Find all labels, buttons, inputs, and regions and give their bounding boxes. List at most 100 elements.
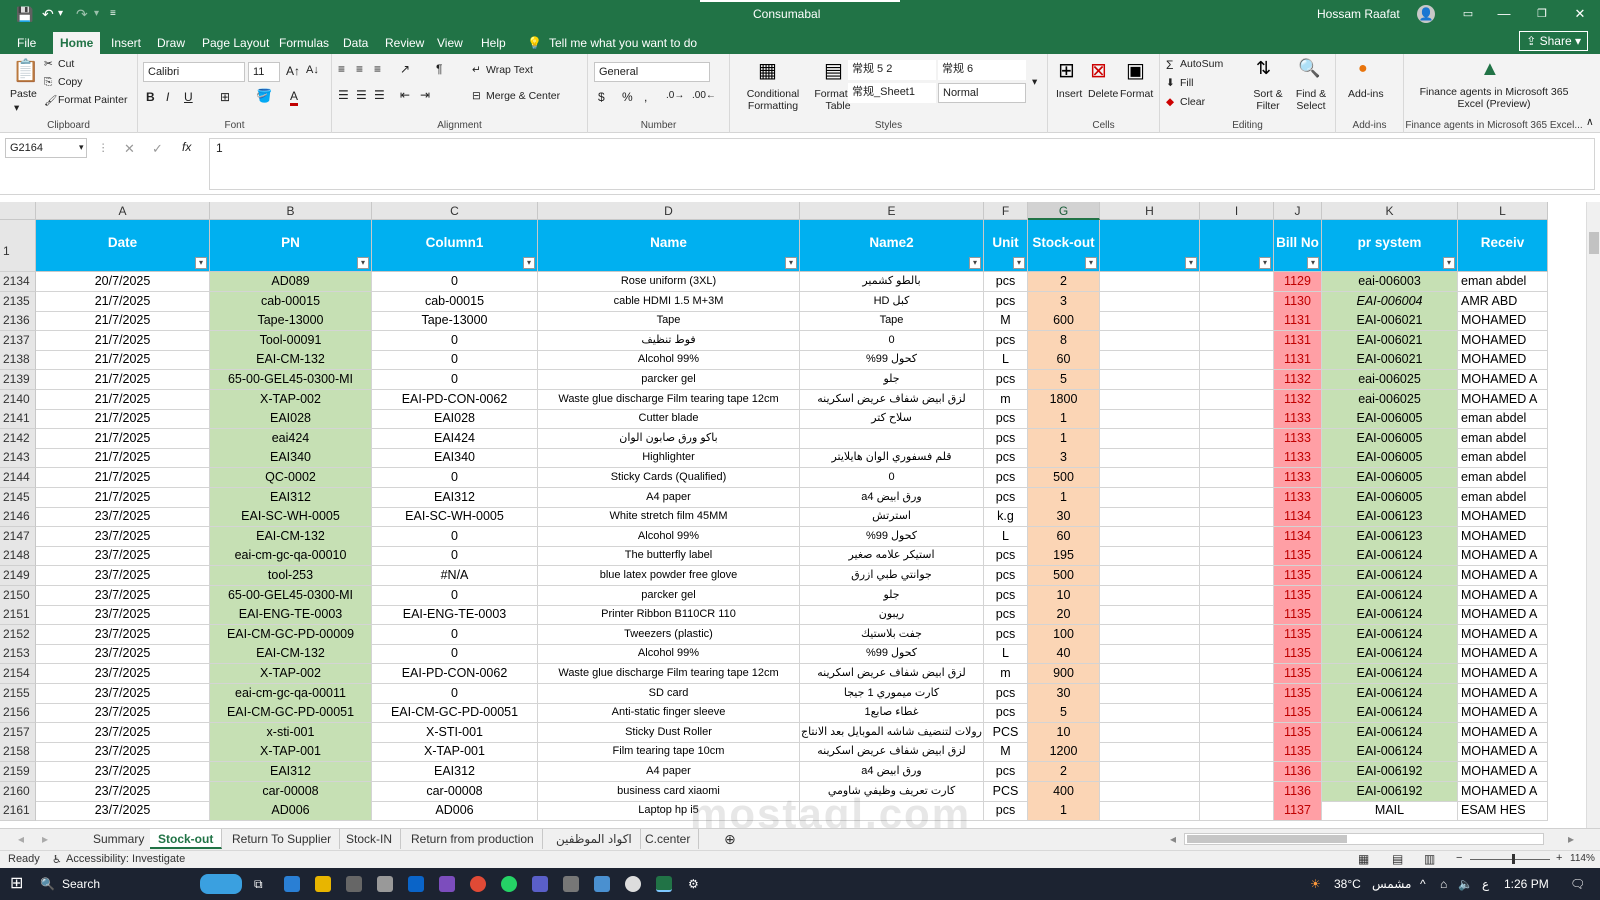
cell-g[interactable]: 1800 bbox=[1028, 389, 1100, 410]
filter-dropdown-icon[interactable]: ▾ bbox=[1307, 257, 1319, 269]
zoom-in-icon[interactable]: + bbox=[1556, 852, 1562, 864]
cell-c[interactable]: 0 bbox=[372, 350, 538, 371]
cell-c[interactable]: 0 bbox=[372, 526, 538, 547]
cell-l[interactable]: eman abdel bbox=[1458, 272, 1548, 292]
cell-i[interactable] bbox=[1200, 742, 1274, 763]
cell-e[interactable]: لزق ابيض شفاف عريض اسكرينه bbox=[800, 664, 984, 684]
row-header[interactable]: 2155 bbox=[0, 683, 36, 704]
column-header-h[interactable]: H bbox=[1100, 202, 1200, 220]
cell-b[interactable]: x-sti-001 bbox=[210, 722, 372, 743]
cell-a[interactable]: 23/7/2025 bbox=[36, 507, 210, 528]
cell-g[interactable]: 60 bbox=[1028, 350, 1100, 371]
cell-e[interactable]: استيكر علامه صغير bbox=[800, 546, 984, 567]
cell-b[interactable]: eai424 bbox=[210, 428, 372, 449]
cell-k[interactable]: EAI-006124 bbox=[1322, 585, 1458, 606]
cell-d[interactable]: Film tearing tape 10cm bbox=[538, 742, 800, 763]
cell-f[interactable]: pcs bbox=[984, 272, 1028, 292]
cell-i[interactable] bbox=[1200, 526, 1274, 547]
cell-d[interactable]: blue latex powder free glove bbox=[538, 566, 800, 586]
cell-d[interactable]: Rose uniform (3XL) bbox=[538, 272, 800, 292]
cell-d[interactable]: Sticky Cards (Qualified) bbox=[538, 468, 800, 488]
hscroll-left-icon[interactable]: ◂ bbox=[1162, 829, 1184, 849]
fill-button[interactable]: Fill bbox=[1180, 77, 1193, 89]
page-layout-view-icon[interactable]: ▤ bbox=[1392, 852, 1403, 866]
increase-indent-icon[interactable]: ⇥ bbox=[420, 88, 430, 102]
cell-d[interactable]: Waste glue discharge Film tearing tape 1… bbox=[538, 389, 800, 410]
cell-c[interactable]: EAI-PD-CON-0062 bbox=[372, 389, 538, 410]
cell-c[interactable]: EAI312 bbox=[372, 762, 538, 782]
cell-i[interactable] bbox=[1200, 389, 1274, 410]
cell-f[interactable]: M bbox=[984, 742, 1028, 763]
font-name-select[interactable]: Calibri bbox=[143, 62, 245, 82]
app-icon[interactable] bbox=[439, 876, 455, 892]
cell-j[interactable]: 1129 bbox=[1274, 272, 1322, 292]
horizontal-scroll-thumb[interactable] bbox=[1187, 835, 1347, 843]
style-cell-2[interactable]: 常规 6 bbox=[938, 60, 1026, 80]
cell-j[interactable]: 1137 bbox=[1274, 801, 1322, 822]
cell-f[interactable]: pcs bbox=[984, 585, 1028, 606]
row-header[interactable]: 2147 bbox=[0, 526, 36, 547]
undo-dropdown-icon[interactable]: ▾ bbox=[58, 0, 63, 28]
cell-h[interactable] bbox=[1100, 370, 1200, 390]
cell-g[interactable]: 100 bbox=[1028, 624, 1100, 645]
cell-d[interactable]: Sticky Dust Roller bbox=[538, 722, 800, 743]
cell-j[interactable]: 1136 bbox=[1274, 781, 1322, 802]
cell-f[interactable]: pcs bbox=[984, 370, 1028, 390]
cell-g[interactable]: 5 bbox=[1028, 370, 1100, 390]
cell-j[interactable]: 1132 bbox=[1274, 389, 1322, 410]
cell-l[interactable]: MOHAMED bbox=[1458, 526, 1548, 547]
cell-k[interactable]: EAI-006124 bbox=[1322, 742, 1458, 763]
cell-d[interactable]: Tape bbox=[538, 311, 800, 332]
tray-chevron-icon[interactable]: ^ bbox=[1420, 868, 1426, 900]
row-header[interactable]: 2141 bbox=[0, 409, 36, 430]
cell-l[interactable]: MOHAMED A bbox=[1458, 722, 1548, 743]
table-header-cell[interactable]: pr system ▾ bbox=[1322, 220, 1458, 272]
cell-d[interactable]: SD card bbox=[538, 683, 800, 704]
row-header[interactable]: 2156 bbox=[0, 703, 36, 724]
styles-more-icon[interactable]: ▾ bbox=[1032, 76, 1037, 88]
cell-a[interactable]: 23/7/2025 bbox=[36, 644, 210, 665]
cell-g[interactable]: 2 bbox=[1028, 762, 1100, 782]
cell-a[interactable]: 23/7/2025 bbox=[36, 664, 210, 684]
wrap-text-button[interactable]: Wrap Text bbox=[486, 64, 533, 76]
redo-icon[interactable]: ↷ bbox=[76, 0, 88, 28]
cell-h[interactable] bbox=[1100, 703, 1200, 724]
cell-a[interactable]: 23/7/2025 bbox=[36, 566, 210, 586]
cell-g[interactable]: 500 bbox=[1028, 566, 1100, 586]
ribbon-display-icon[interactable]: ▭ bbox=[1448, 0, 1488, 28]
cell-l[interactable]: MOHAMED bbox=[1458, 350, 1548, 371]
row-header[interactable]: 2159 bbox=[0, 762, 36, 782]
cell-h[interactable] bbox=[1100, 409, 1200, 430]
cell-j[interactable]: 1133 bbox=[1274, 409, 1322, 430]
conditional-formatting-button[interactable]: Conditional Formatting bbox=[734, 88, 812, 112]
filter-dropdown-icon[interactable]: ▾ bbox=[357, 257, 369, 269]
cell-i[interactable] bbox=[1200, 409, 1274, 430]
row-header[interactable]: 2161 bbox=[0, 801, 36, 822]
table-header-cell[interactable]: Name ▾ bbox=[538, 220, 800, 272]
cell-d[interactable]: parcker gel bbox=[538, 370, 800, 390]
increase-font-icon[interactable]: A↑ bbox=[286, 64, 300, 78]
row-header[interactable]: 2142 bbox=[0, 428, 36, 449]
cell-i[interactable] bbox=[1200, 624, 1274, 645]
cell-l[interactable]: MOHAMED A bbox=[1458, 664, 1548, 684]
cell-l[interactable]: MOHAMED bbox=[1458, 311, 1548, 332]
volume-icon[interactable]: 🔈 bbox=[1458, 868, 1473, 900]
cell-e[interactable]: كحول 99% bbox=[800, 644, 984, 665]
cell-i[interactable] bbox=[1200, 311, 1274, 332]
cell-c[interactable]: X-STI-001 bbox=[372, 722, 538, 743]
cell-h[interactable] bbox=[1100, 448, 1200, 469]
cell-a[interactable]: 21/7/2025 bbox=[36, 311, 210, 332]
filter-dropdown-icon[interactable]: ▾ bbox=[1443, 257, 1455, 269]
decrease-indent-icon[interactable]: ⇤ bbox=[400, 88, 410, 102]
table-header-cell[interactable]: Name2 ▾ bbox=[800, 220, 984, 272]
whatsapp-icon[interactable] bbox=[501, 876, 517, 892]
cell-d[interactable]: Cutter blade bbox=[538, 409, 800, 430]
cell-h[interactable] bbox=[1100, 272, 1200, 292]
cell-h[interactable] bbox=[1100, 428, 1200, 449]
cell-b[interactable]: Tape-13000 bbox=[210, 311, 372, 332]
align-right-icon[interactable]: ☰ bbox=[374, 88, 385, 102]
percent-icon[interactable]: % bbox=[622, 90, 633, 104]
tell-me-box[interactable]: Tell me what you want to do bbox=[542, 32, 704, 54]
cell-a[interactable]: 21/7/2025 bbox=[36, 389, 210, 410]
row-header[interactable]: 2149 bbox=[0, 566, 36, 586]
